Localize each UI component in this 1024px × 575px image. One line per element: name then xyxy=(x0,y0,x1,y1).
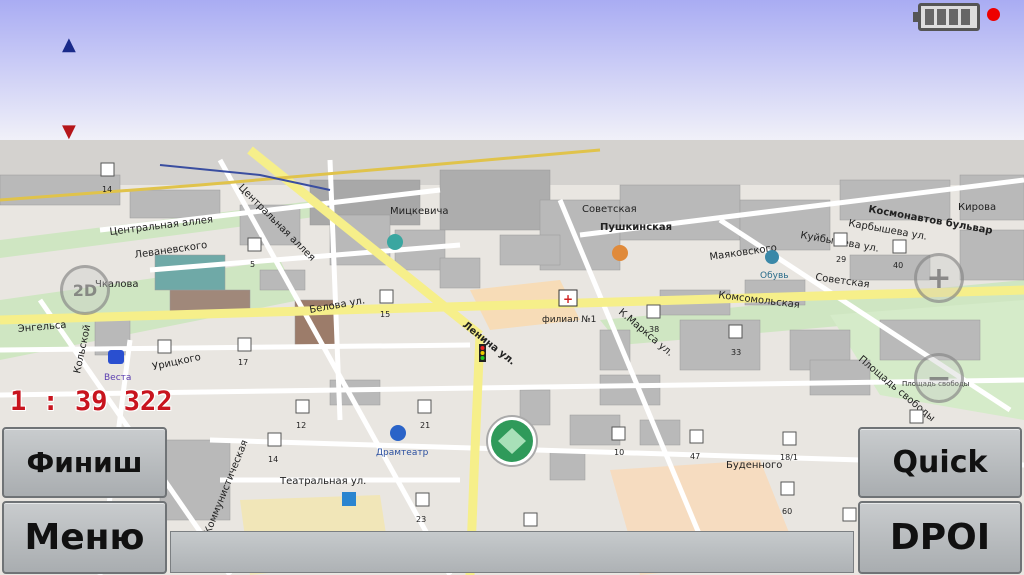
svg-text:5: 5 xyxy=(250,260,255,269)
current-position-marker xyxy=(486,415,538,467)
poi-label: Обувь xyxy=(760,271,789,281)
finish-label: Финиш xyxy=(26,446,143,479)
street-label: Кирова xyxy=(958,202,996,213)
svg-text:47: 47 xyxy=(690,452,700,461)
street-label: Советская xyxy=(582,204,637,215)
svg-text:21: 21 xyxy=(420,421,430,430)
street-label: Пушкинская xyxy=(600,222,672,233)
street-label: Театральная ул. xyxy=(279,476,366,487)
svg-text:29: 29 xyxy=(836,255,846,264)
svg-text:60: 60 xyxy=(782,507,792,516)
svg-text:14: 14 xyxy=(102,185,112,194)
quick-label: Quick xyxy=(892,445,988,480)
street-label: Буденного xyxy=(726,460,782,471)
gps-status-icon xyxy=(987,8,1000,21)
finish-button[interactable]: Финиш xyxy=(2,427,167,498)
svg-text:40: 40 xyxy=(893,261,903,270)
zoom-in-button[interactable]: + xyxy=(914,253,964,303)
computer-shop-icon xyxy=(108,350,124,364)
street-label: Мицкевича xyxy=(390,206,449,217)
poi-label: филиал №1 xyxy=(542,315,596,325)
dpoi-button[interactable]: DPOI xyxy=(858,501,1022,574)
north-arrow-icon: ▲ xyxy=(62,34,76,55)
marker-icon xyxy=(523,512,538,527)
poi-label: Драмтеатр xyxy=(376,448,429,458)
plus-icon: + xyxy=(926,260,952,296)
svg-text:33: 33 xyxy=(731,348,741,357)
info-bar xyxy=(170,531,854,573)
poi-label: Веста xyxy=(104,373,131,383)
dpoi-label: DPOI xyxy=(889,517,991,558)
svg-text:12: 12 xyxy=(296,421,306,430)
marker-icon xyxy=(909,409,924,424)
2d-3d-toggle-button[interactable]: 2D xyxy=(60,265,110,315)
svg-text:10: 10 xyxy=(614,448,624,457)
info-icon xyxy=(342,492,356,506)
shop-icon xyxy=(612,245,628,261)
map-scale: 1 : 39 322 xyxy=(10,386,173,417)
svg-text:15: 15 xyxy=(380,310,390,319)
shoe-shop-icon xyxy=(765,250,779,264)
marker-icon xyxy=(157,339,172,354)
quick-button[interactable]: Quick xyxy=(858,427,1022,498)
svg-text:18/1: 18/1 xyxy=(780,453,798,462)
camera-icon xyxy=(387,234,403,250)
south-arrow-icon: ▼ xyxy=(62,121,76,142)
theatre-icon xyxy=(390,425,406,441)
menu-label: Меню xyxy=(24,517,145,558)
2d-label: 2D xyxy=(72,280,98,300)
svg-text:14: 14 xyxy=(268,455,278,464)
svg-text:+: + xyxy=(563,292,573,306)
svg-text:23: 23 xyxy=(416,515,426,524)
minus-icon: − xyxy=(926,360,952,396)
svg-text:17: 17 xyxy=(238,358,248,367)
svg-text:38: 38 xyxy=(649,325,659,334)
marker-icon xyxy=(842,507,857,522)
battery-icon xyxy=(913,3,980,31)
sky xyxy=(0,0,1024,145)
zoom-out-button[interactable]: − xyxy=(914,353,964,403)
menu-button[interactable]: Меню xyxy=(2,501,167,574)
